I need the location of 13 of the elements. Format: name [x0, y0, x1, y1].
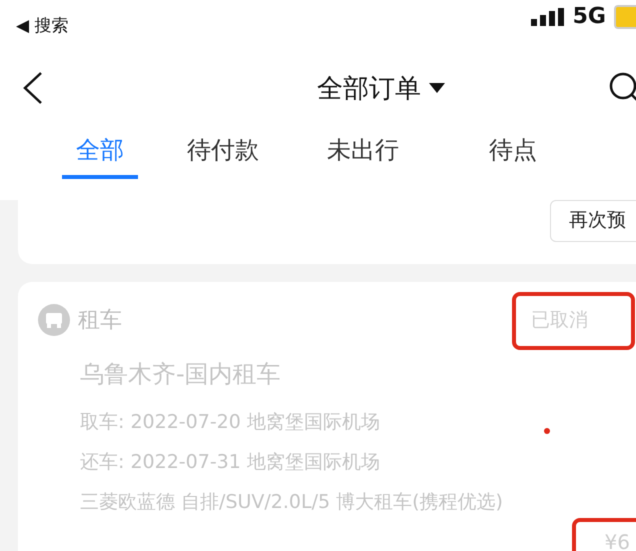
- caret-icon[interactable]: [429, 83, 445, 93]
- order-detail: 还车: 2022-07-31 地窝堡国际机场: [80, 450, 380, 475]
- network-label: 5G: [572, 4, 606, 29]
- order-title: 乌鲁木齐-国内租车: [80, 359, 282, 390]
- battery-icon: [614, 4, 636, 28]
- rebook-button[interactable]: 再次预: [550, 200, 636, 242]
- back-to-app-link[interactable]: ◀ 搜索: [16, 14, 68, 37]
- order-detail: 三菱欧蓝德 自排/SUV/2.0L/5 博大租车(携程优选): [80, 490, 503, 515]
- signal-icon: [530, 8, 565, 26]
- category-label: 租车: [78, 307, 122, 335]
- order-detail: 取车: 2022-07-20 地窝堡国际机场: [80, 410, 380, 435]
- back-icon[interactable]: [22, 71, 44, 105]
- page-title[interactable]: 全部订单: [317, 70, 421, 106]
